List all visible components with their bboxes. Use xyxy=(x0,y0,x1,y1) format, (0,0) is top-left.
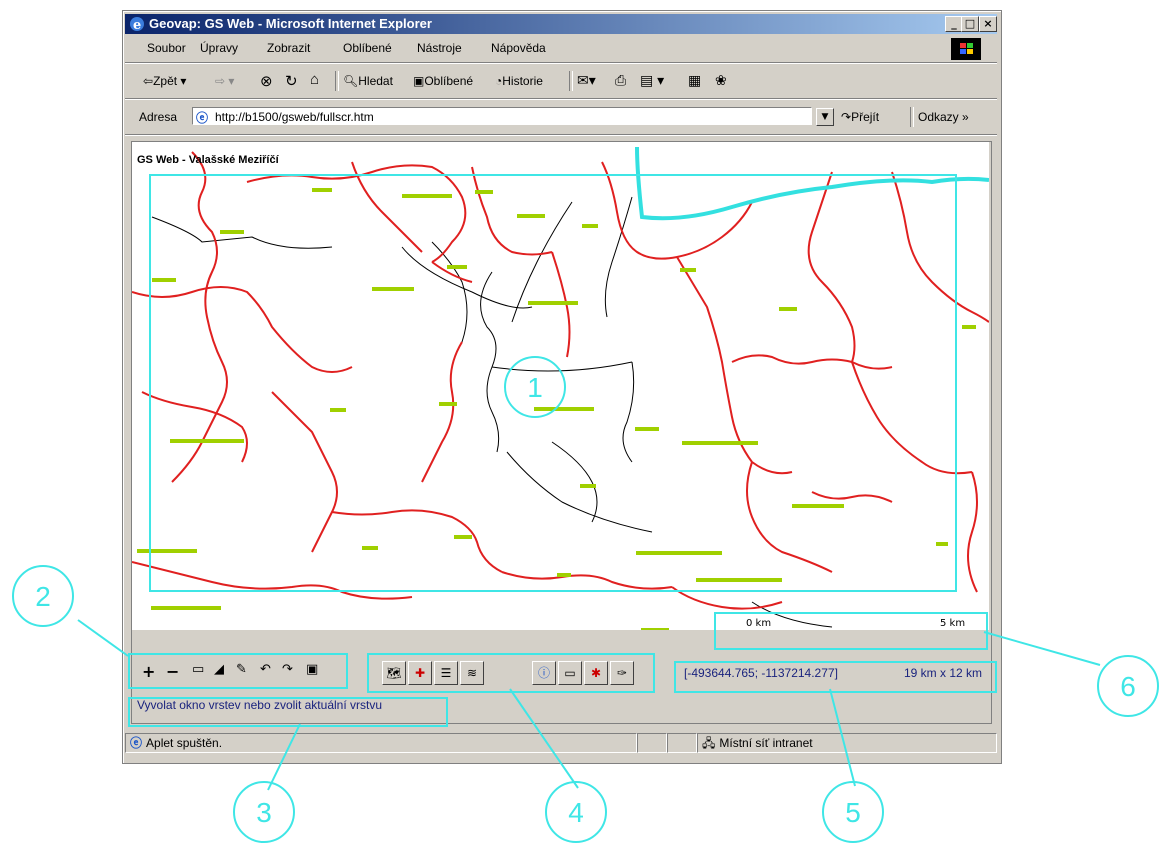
callout-1: 1 xyxy=(504,356,566,418)
callout-3: 3 xyxy=(233,781,295,843)
callout-2: 2 xyxy=(12,565,74,627)
callout-4: 4 xyxy=(545,781,607,843)
callout-5: 5 xyxy=(822,781,884,843)
callout-lines xyxy=(77,619,1101,791)
callout-6: 6 xyxy=(1097,655,1159,717)
